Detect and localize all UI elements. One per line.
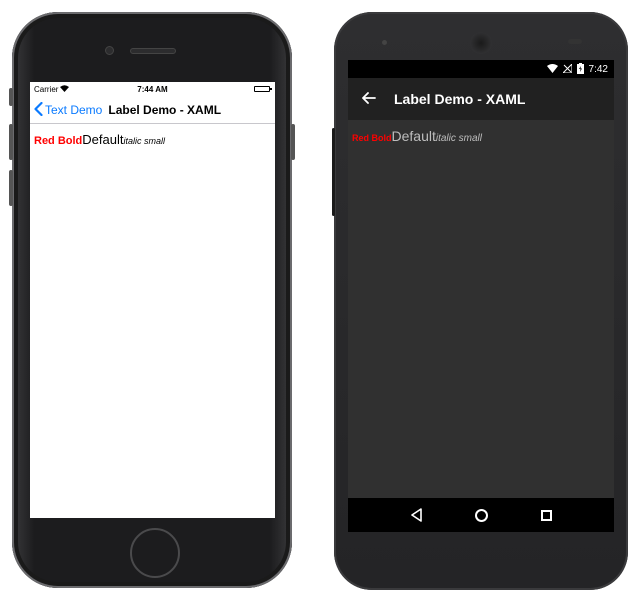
default-span: Default [82, 132, 124, 147]
screenshot-stage: Carrier 7:44 AM Text Demo Label Demo - X… [0, 0, 644, 600]
battery-charging-icon [576, 62, 584, 76]
proximity-sensor [568, 39, 582, 44]
front-camera [382, 40, 387, 45]
square-recents-icon[interactable] [540, 509, 552, 521]
red-bold-span: Red Bold [352, 133, 392, 143]
android-device: 7:42 Label Demo - XAML Red Bold Default … [332, 12, 628, 590]
circle-home-icon[interactable] [475, 508, 489, 522]
volume-down-button [9, 170, 13, 206]
home-button[interactable] [130, 528, 180, 578]
arrow-left-icon[interactable] [362, 89, 390, 109]
page-title: Label Demo - XAML [394, 91, 526, 107]
side-button [332, 128, 335, 216]
back-button-label: Text Demo [45, 102, 103, 117]
chevron-left-icon [34, 101, 43, 119]
formatted-label: Red Bold Default italic small [348, 120, 614, 152]
status-time: 7:42 [588, 63, 608, 75]
earpiece-speaker [130, 48, 176, 54]
android-toolbar: Label Demo - XAML [348, 78, 614, 120]
android-status-bar: 7:42 [348, 60, 614, 78]
page-title: Label Demo - XAML [108, 102, 222, 117]
android-nav-bar [348, 498, 614, 532]
iphone-device: Carrier 7:44 AM Text Demo Label Demo - X… [9, 12, 295, 588]
ios-screen: Carrier 7:44 AM Text Demo Label Demo - X… [30, 82, 275, 518]
volume-up-button [9, 124, 13, 160]
power-button [291, 124, 295, 160]
italic-small-span: italic small [435, 133, 482, 144]
status-time: 7:44 AM [137, 84, 168, 94]
mute-switch [9, 88, 13, 106]
triangle-back-icon[interactable] [410, 508, 423, 522]
back-button[interactable]: Text Demo [30, 101, 102, 119]
earpiece-speaker [470, 32, 492, 54]
ios-status-bar: Carrier 7:44 AM [30, 82, 275, 96]
front-camera [105, 46, 114, 55]
battery-icon [254, 86, 272, 92]
android-screen: 7:42 Label Demo - XAML Red Bold Default … [348, 60, 614, 532]
italic-small-span: italic small [123, 136, 165, 146]
ios-navigation-bar: Text Demo Label Demo - XAML [30, 96, 275, 124]
wifi-icon [546, 63, 558, 75]
default-span: Default [391, 128, 436, 144]
red-bold-span: Red Bold [34, 135, 83, 147]
no-signal-icon [561, 62, 573, 75]
formatted-label: Red Bold Default italic small [30, 124, 275, 155]
